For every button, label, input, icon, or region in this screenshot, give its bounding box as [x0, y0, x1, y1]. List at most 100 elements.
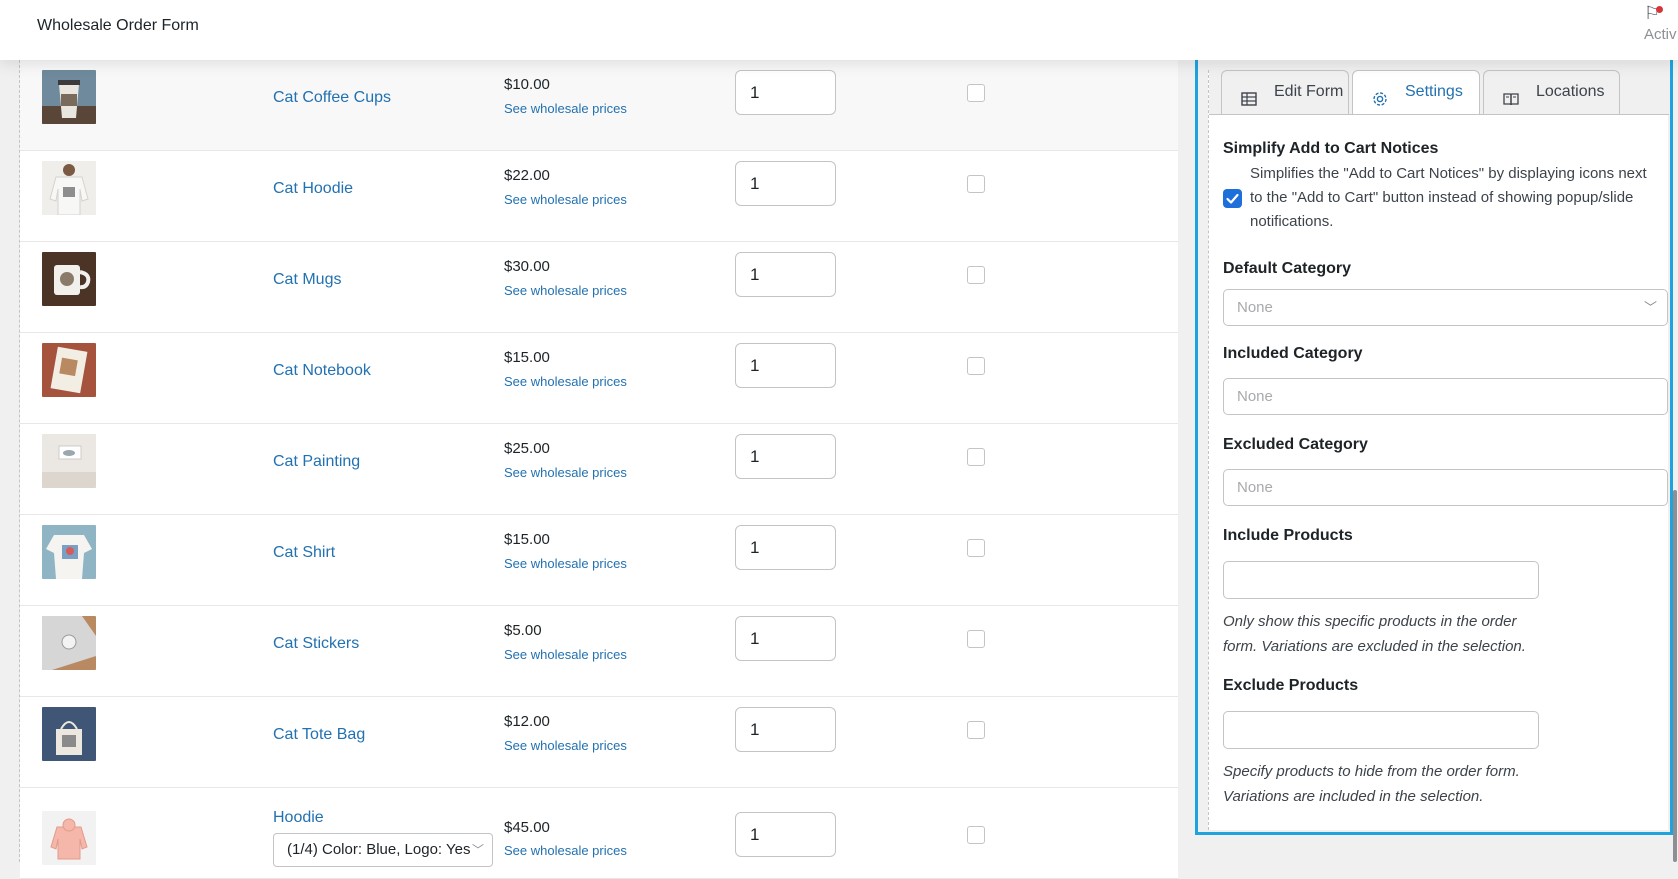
include-products-heading: Include Products [1223, 527, 1353, 544]
product-image[interactable] [42, 70, 96, 124]
scrollbar[interactable] [1673, 490, 1677, 862]
chevron-down-icon: ﹀ [1643, 300, 1657, 315]
excluded-category-value: None [1237, 479, 1273, 496]
add-to-cart-checkbox[interactable] [967, 630, 985, 648]
product-name-link[interactable]: Hoodie [273, 809, 324, 827]
quantity-input[interactable]: 1 [735, 707, 836, 752]
table-row: Cat Notebook $15.00 See wholesale prices 1 [20, 333, 1178, 424]
table-row: Cat Shirt $15.00 See wholesale prices 1 [20, 515, 1178, 606]
simplify-notices-description: Simplifies the "Add to Cart Notices" by … [1250, 165, 1647, 230]
add-to-cart-checkbox[interactable] [967, 539, 985, 557]
gear-icon [1371, 83, 1389, 106]
quantity-input[interactable]: 1 [735, 70, 836, 115]
activity-label: Activ [1644, 26, 1677, 43]
settings-panel-body: Edit Form Settings Locations Simplify Ad… [1208, 70, 1669, 830]
activity-button[interactable]: ⚐ Activ [1644, 4, 1678, 43]
tab-settings-label: Settings [1405, 83, 1463, 100]
page-title: Wholesale Order Form [37, 17, 199, 34]
product-name-link[interactable]: Cat Mugs [273, 271, 341, 289]
product-image[interactable] [42, 252, 96, 306]
tab-settings[interactable]: Settings [1352, 70, 1480, 115]
quantity-input[interactable]: 1 [735, 252, 836, 297]
include-products-input[interactable] [1223, 561, 1539, 599]
product-price: $25.00 [504, 440, 550, 457]
quantity-input[interactable]: 1 [735, 616, 836, 661]
product-table: Cat Coffee Cups $10.00 See wholesale price… [20, 60, 1178, 879]
variation-value: (1/4) Color: Blue, Logo: Yes [287, 841, 471, 858]
wholesale-prices-link[interactable]: See wholesale prices [504, 283, 627, 298]
add-to-cart-checkbox[interactable] [967, 175, 985, 193]
book-icon [1502, 83, 1520, 106]
product-name-link[interactable]: Cat Tote Bag [273, 726, 365, 744]
product-price: $22.00 [504, 167, 550, 184]
product-price: $15.00 [504, 531, 550, 548]
default-category-value: None [1237, 299, 1273, 316]
quantity-input[interactable]: 1 [735, 525, 836, 570]
product-price: $12.00 [504, 713, 550, 730]
product-name-link[interactable]: Cat Hoodie [273, 180, 353, 198]
wholesale-prices-link[interactable]: See wholesale prices [504, 101, 627, 116]
table-row: Cat Painting $25.00 See wholesale prices 1 [20, 424, 1178, 515]
add-to-cart-checkbox[interactable] [967, 357, 985, 375]
notification-dot [1656, 6, 1663, 13]
product-image[interactable] [42, 811, 96, 865]
product-price: $15.00 [504, 349, 550, 366]
checkmark-icon [1226, 193, 1239, 204]
add-to-cart-checkbox[interactable] [967, 84, 985, 102]
wholesale-prices-link[interactable]: See wholesale prices [504, 556, 627, 571]
exclude-products-input[interactable] [1223, 711, 1539, 749]
product-price: $5.00 [504, 622, 542, 639]
add-to-cart-checkbox[interactable] [967, 266, 985, 284]
wholesale-prices-link[interactable]: See wholesale prices [504, 374, 627, 389]
product-image[interactable] [42, 434, 96, 488]
included-category-select[interactable]: None [1223, 378, 1668, 415]
product-name-link[interactable]: Cat Shirt [273, 544, 335, 562]
table-row: Cat Tote Bag $12.00 See wholesale prices 1 [20, 697, 1178, 788]
simplify-notices-checkbox[interactable] [1223, 189, 1242, 208]
table-row: Hoodie (1/4) Color: Blue, Logo: Yes ﹀ $45.0… [20, 788, 1178, 879]
add-to-cart-checkbox[interactable] [967, 826, 985, 844]
wholesale-prices-link[interactable]: See wholesale prices [504, 738, 627, 753]
excluded-category-select[interactable]: None [1223, 469, 1668, 506]
product-price: $10.00 [504, 76, 550, 93]
product-image[interactable] [42, 161, 96, 215]
quantity-input[interactable]: 1 [735, 812, 836, 857]
tab-edit-form-label: Edit Form [1274, 83, 1344, 100]
tab-edit-form[interactable]: Edit Form [1221, 70, 1349, 114]
product-name-link[interactable]: Cat Stickers [273, 635, 359, 653]
flag-icon: ⚐ [1644, 4, 1678, 22]
add-to-cart-checkbox[interactable] [967, 721, 985, 739]
table-icon [1240, 83, 1258, 106]
table-row: Cat Coffee Cups $10.00 See wholesale price… [20, 60, 1178, 151]
quantity-input[interactable]: 1 [735, 161, 836, 206]
product-name-link[interactable]: Cat Painting [273, 453, 360, 471]
product-image[interactable] [42, 616, 96, 670]
table-row: Cat Mugs $30.00 See wholesale prices 1 [20, 242, 1178, 333]
excluded-category-heading: Excluded Category [1223, 436, 1368, 453]
quantity-input[interactable]: 1 [735, 343, 836, 388]
product-image[interactable] [42, 525, 96, 579]
included-category-heading: Included Category [1223, 345, 1363, 362]
tab-locations[interactable]: Locations [1483, 70, 1620, 114]
exclude-products-heading: Exclude Products [1223, 677, 1359, 694]
product-image[interactable] [42, 343, 96, 397]
simplify-notices-heading: Simplify Add to Cart Notices [1223, 140, 1439, 157]
wholesale-prices-link[interactable]: See wholesale prices [504, 843, 627, 858]
chevron-down-icon: ﹀ [471, 843, 484, 857]
add-to-cart-checkbox[interactable] [967, 448, 985, 466]
product-price: $30.00 [504, 258, 550, 275]
product-name-link[interactable]: Cat Coffee Cups [273, 89, 391, 107]
quantity-input[interactable]: 1 [735, 434, 836, 479]
tab-divider [1209, 114, 1669, 115]
top-bar: Wholesale Order Form ⚐ Activ [0, 0, 1678, 60]
wholesale-prices-link[interactable]: See wholesale prices [504, 647, 627, 662]
tab-locations-label: Locations [1536, 83, 1605, 100]
product-image[interactable] [42, 707, 96, 761]
product-name-link[interactable]: Cat Notebook [273, 362, 371, 380]
wholesale-prices-link[interactable]: See wholesale prices [504, 465, 627, 480]
include-products-help: Only show this specific products in the … [1223, 613, 1526, 655]
default-category-select[interactable]: None ﹀ [1223, 289, 1668, 326]
wholesale-prices-link[interactable]: See wholesale prices [504, 192, 627, 207]
panel-tabs: Edit Form Settings Locations [1209, 70, 1669, 115]
product-price: $45.00 [504, 819, 550, 836]
